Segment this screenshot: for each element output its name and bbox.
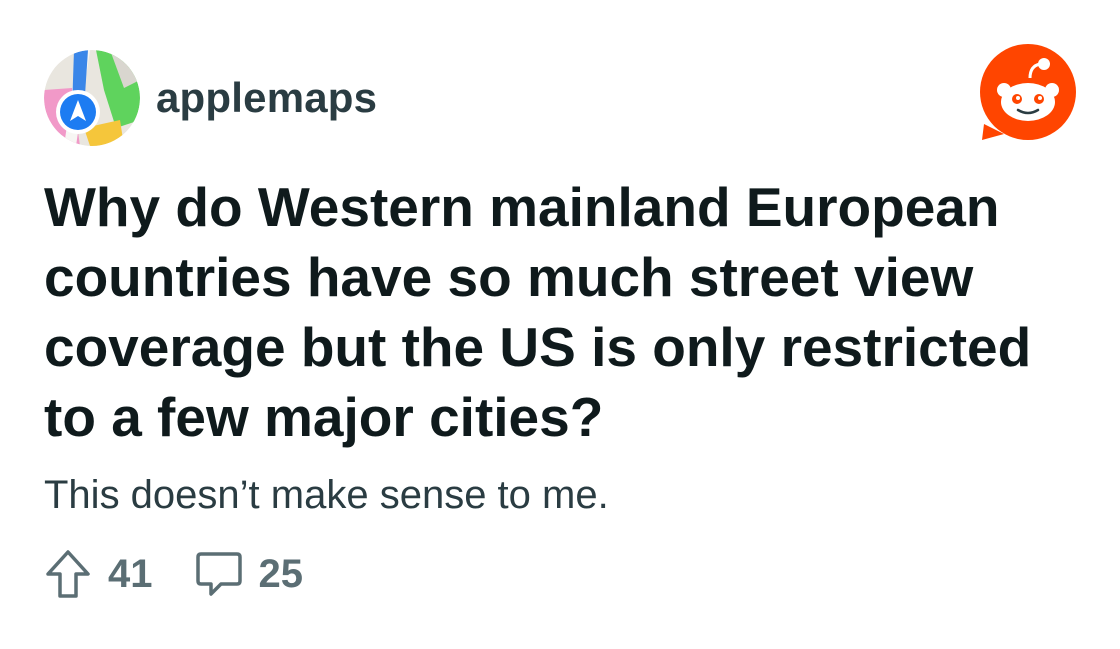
upvote-arrow-icon[interactable] — [44, 548, 92, 600]
post-body: This doesn’t make sense to me. — [44, 473, 609, 517]
community-name[interactable]: applemaps — [156, 74, 377, 122]
comment-bubble-icon[interactable] — [195, 548, 243, 600]
post-actions: 41 25 — [44, 548, 303, 600]
post-header: applemaps — [44, 50, 377, 146]
comments-button[interactable]: 25 — [195, 548, 304, 600]
upvote-button[interactable]: 41 — [44, 548, 153, 600]
upvote-count: 41 — [108, 551, 153, 596]
post-title[interactable]: Why do Western mainland European countri… — [44, 172, 1084, 452]
comment-count: 25 — [258, 551, 304, 596]
post-card: applemaps Why do Western mainland Europe… — [0, 0, 1120, 649]
reddit-logo-icon[interactable] — [978, 44, 1078, 144]
apple-maps-icon[interactable] — [44, 50, 140, 146]
